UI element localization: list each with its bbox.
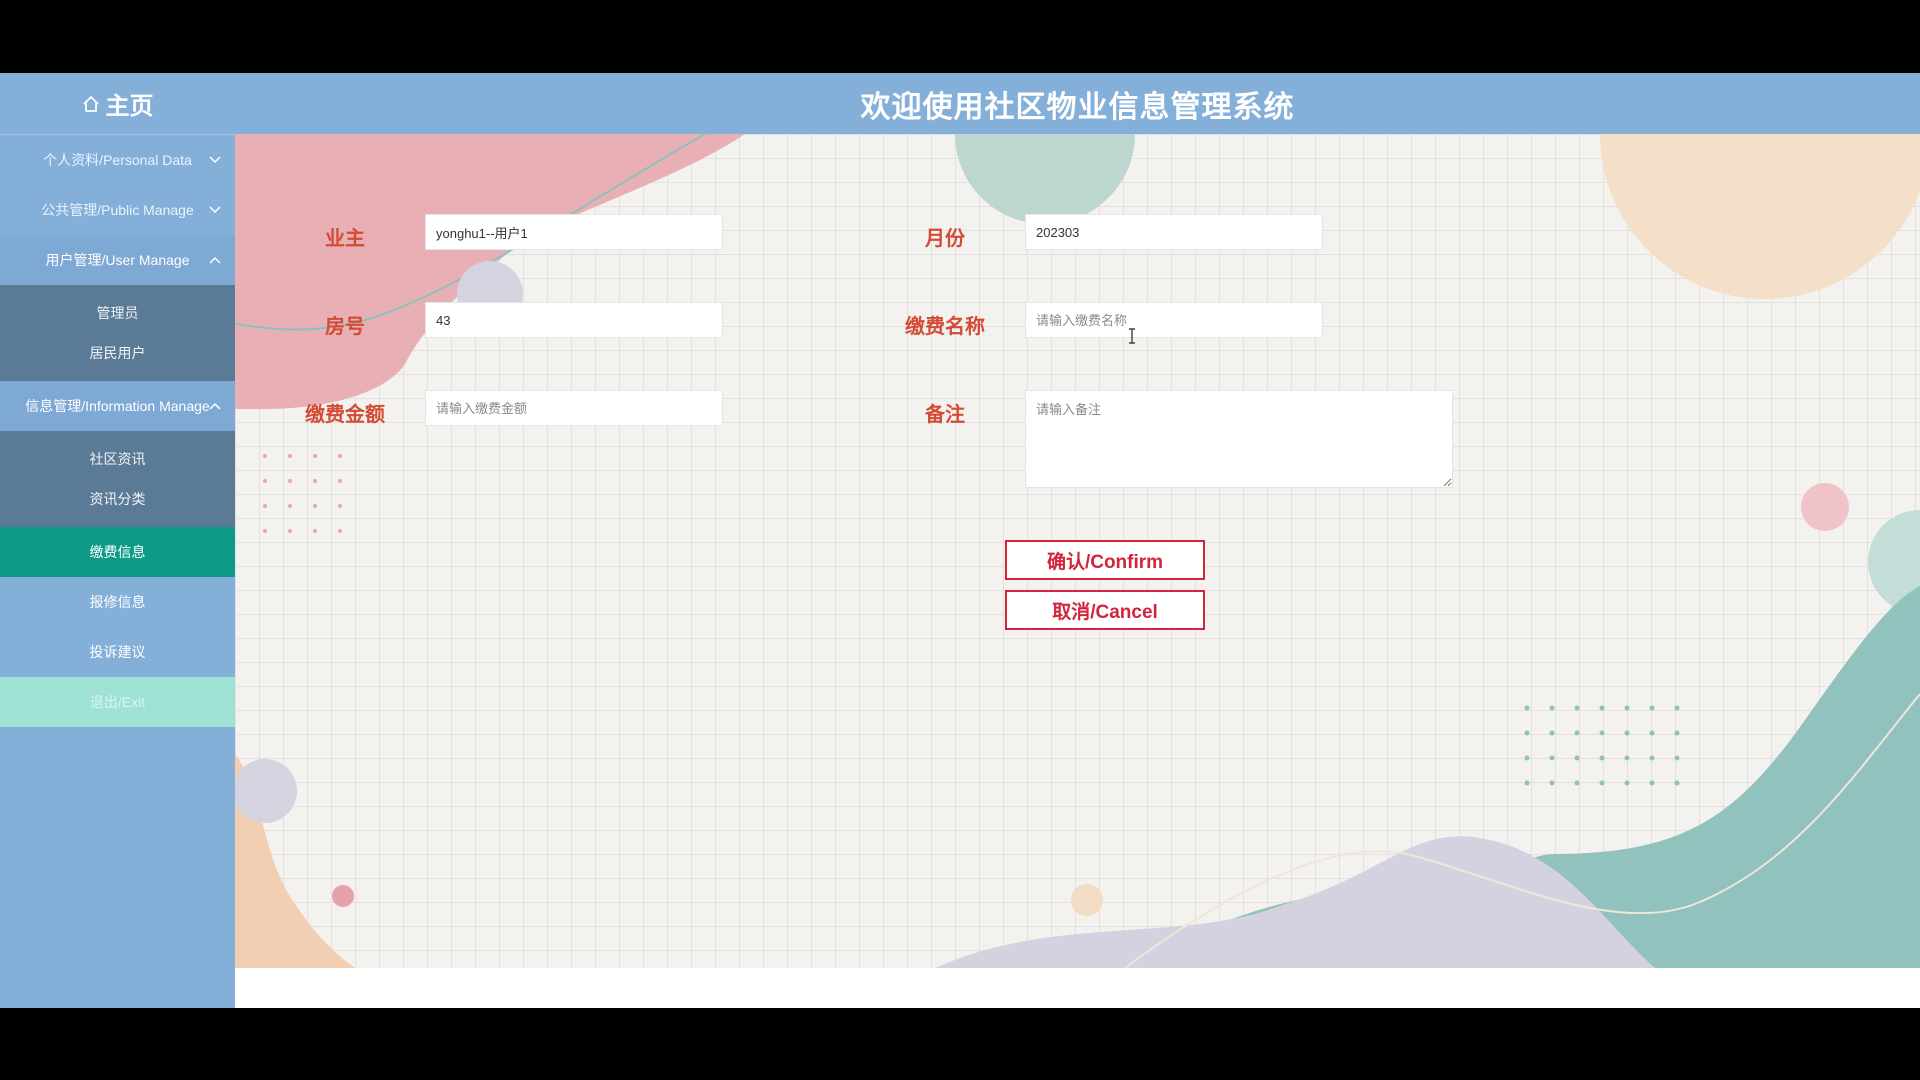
chevron-up-icon <box>209 402 221 410</box>
chevron-down-icon <box>209 156 221 164</box>
amount-field[interactable] <box>425 390 723 426</box>
fee-name-field[interactable] <box>1025 302 1323 338</box>
home-label: 主页 <box>105 93 154 120</box>
sidebar-item-residents[interactable]: 居民用户 <box>0 333 235 373</box>
menu-group-label: 公共管理/Public Manage <box>41 202 194 218</box>
sidebar-item-news-category[interactable]: 资讯分类 <box>0 479 235 519</box>
submenu-user-manage: 管理员 居民用户 <box>0 285 235 381</box>
sidebar-item-payment-info[interactable]: 缴费信息 <box>0 527 235 577</box>
menu-group-public-manage[interactable]: 公共管理/Public Manage <box>0 185 235 235</box>
sidebar-item-community-news[interactable]: 社区资讯 <box>0 439 235 479</box>
exit-button[interactable]: 退出/Exit <box>0 677 235 727</box>
page-title: 欢迎使用社区物业信息管理系统 <box>860 90 1295 124</box>
fee-name-label: 缴费名称 <box>905 316 985 338</box>
menu-group-information-manage[interactable]: 信息管理/Information Manage <box>0 381 235 431</box>
menu-group-personal-data[interactable]: 个人资料/Personal Data <box>0 135 235 185</box>
confirm-button[interactable]: 确认/Confirm <box>1005 540 1205 580</box>
sidebar-item-repair-info[interactable]: 报修信息 <box>0 577 235 627</box>
sidebar-item-complaints[interactable]: 投诉建议 <box>0 627 235 677</box>
amount-label: 缴费金额 <box>305 404 385 426</box>
menu-group-label: 个人资料/Personal Data <box>43 152 192 168</box>
text-cursor-icon <box>1127 328 1137 349</box>
main-content: 业主 月份 房号 缴费名称 缴费金额 备注 确认/Confirm 取消/Canc… <box>235 134 1920 968</box>
home-icon <box>82 95 100 113</box>
room-label: 房号 <box>325 316 365 338</box>
chevron-down-icon <box>209 206 221 214</box>
menu-group-user-manage[interactable]: 用户管理/User Manage <box>0 235 235 285</box>
sidebar: 主页 个人资料/Personal Data 公共管理/Public Manage… <box>0 73 235 1008</box>
room-field[interactable] <box>425 302 723 338</box>
menu-group-label: 信息管理/Information Manage <box>25 398 210 414</box>
sidebar-item-admin[interactable]: 管理员 <box>0 293 235 333</box>
remark-label: 备注 <box>925 404 965 426</box>
menu-group-label: 用户管理/User Manage <box>45 252 190 268</box>
owner-label: 业主 <box>325 228 365 250</box>
home-link[interactable]: 主页 <box>0 73 235 135</box>
chevron-up-icon <box>209 256 221 264</box>
cancel-button[interactable]: 取消/Cancel <box>1005 590 1205 630</box>
app-window: 主页 个人资料/Personal Data 公共管理/Public Manage… <box>0 73 1920 1008</box>
remark-field[interactable] <box>1025 390 1453 488</box>
month-label: 月份 <box>925 228 965 250</box>
submenu-information-manage: 社区资讯 资讯分类 <box>0 431 235 527</box>
owner-field[interactable] <box>425 214 723 250</box>
month-field[interactable] <box>1025 214 1323 250</box>
footer-strip <box>235 968 1920 1008</box>
page-header: 欢迎使用社区物业信息管理系统 <box>235 73 1920 134</box>
